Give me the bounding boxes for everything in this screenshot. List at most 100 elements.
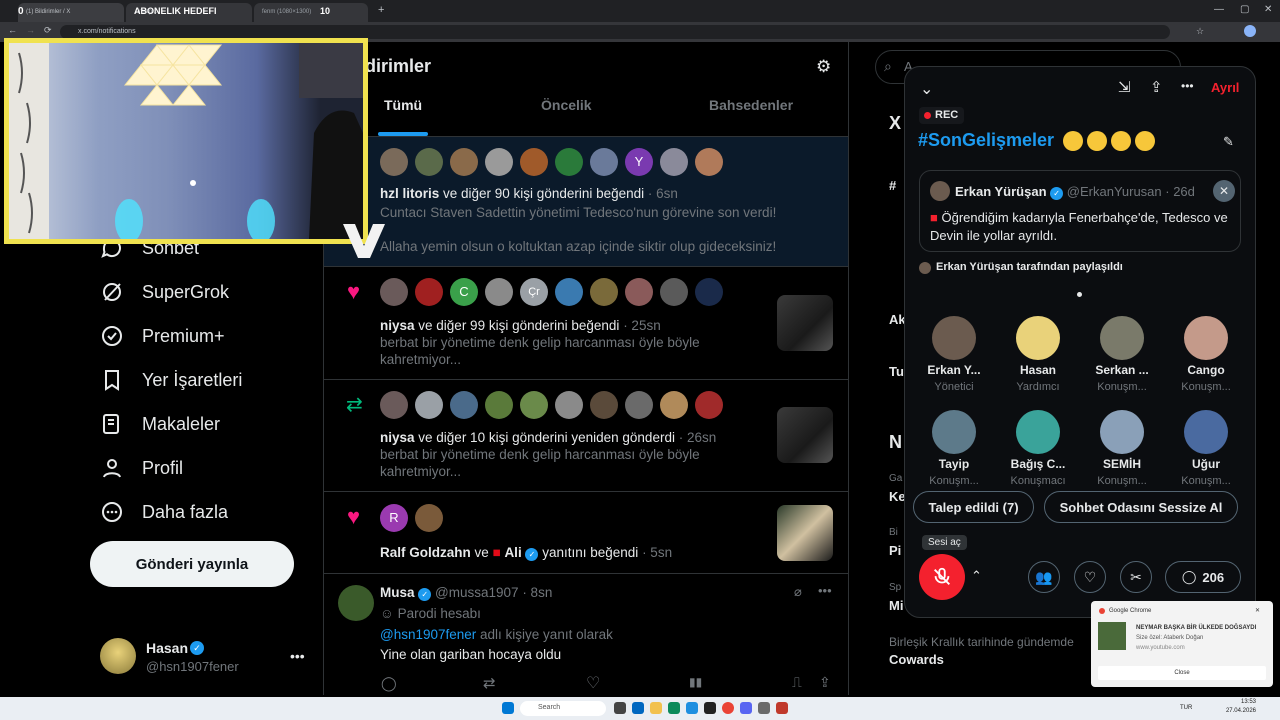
chrome-icon[interactable] — [722, 702, 734, 714]
avatar[interactable] — [450, 391, 478, 419]
like-icon[interactable]: ♡ — [586, 673, 600, 693]
avatar[interactable] — [485, 391, 513, 419]
start-icon[interactable] — [502, 702, 514, 714]
minimize-space-icon[interactable]: ⇲ — [1118, 78, 1131, 96]
taskbar-search[interactable]: Search — [520, 701, 606, 716]
store-icon[interactable] — [668, 702, 680, 714]
avatar[interactable] — [695, 148, 723, 176]
edge-icon[interactable] — [686, 702, 698, 714]
avatar[interactable] — [555, 391, 583, 419]
speaker-avatar[interactable] — [932, 316, 976, 360]
avatar[interactable] — [660, 391, 688, 419]
avatar[interactable] — [520, 148, 548, 176]
post-menu-icon[interactable]: ••• — [818, 583, 832, 598]
file-explorer-icon[interactable] — [650, 702, 662, 714]
nav-bookmarks[interactable]: Yer İşaretleri — [100, 368, 242, 392]
forward-icon[interactable]: → — [26, 25, 35, 35]
leave-button[interactable]: Ayrıl — [1211, 80, 1239, 95]
maximize-icon[interactable]: ▢ — [1240, 4, 1249, 15]
edit-icon[interactable]: ✎ — [1223, 134, 1234, 150]
avatar[interactable]: Çr — [520, 278, 548, 306]
task-view-icon[interactable] — [614, 702, 626, 714]
app-icon[interactable] — [776, 702, 788, 714]
views-icon[interactable]: ▮▮ — [689, 675, 702, 689]
avatar[interactable] — [415, 391, 443, 419]
app-icon[interactable] — [704, 702, 716, 714]
avatar[interactable] — [415, 504, 443, 532]
post-button[interactable]: Gönderi yayınla — [90, 541, 294, 587]
avatar[interactable] — [625, 391, 653, 419]
avatar[interactable] — [450, 148, 478, 176]
new-tab-icon[interactable]: + — [378, 4, 384, 16]
avatar[interactable] — [660, 148, 688, 176]
avatar[interactable] — [555, 148, 583, 176]
nav-profile[interactable]: Profil — [100, 456, 183, 480]
trend-title[interactable]: Cowards — [889, 652, 944, 667]
tab-priority[interactable]: Öncelik — [541, 97, 592, 113]
browser-tab[interactable]: (1) Bildirimler / X — [18, 3, 124, 22]
nav-supergrok[interactable]: SuperGrok — [100, 280, 229, 304]
space-menu-icon[interactable]: ••• — [1181, 79, 1194, 93]
reply-icon[interactable]: ◯ — [381, 675, 397, 692]
speaker-avatar[interactable] — [1184, 316, 1228, 360]
avatar[interactable] — [590, 148, 618, 176]
avatar[interactable] — [415, 278, 443, 306]
post-thumbnail[interactable] — [777, 295, 833, 351]
close-icon[interactable]: ✕ — [1255, 607, 1260, 614]
share-icon[interactable]: ⇪ — [1150, 78, 1163, 96]
avatar[interactable]: R — [380, 504, 408, 532]
profile-avatar[interactable] — [1244, 25, 1256, 37]
browser-tab[interactable]: fenm (1080×1300) — [254, 3, 368, 22]
collapse-chevron-icon[interactable]: ⌄ — [920, 79, 933, 99]
close-icon[interactable]: ✕ — [1213, 180, 1235, 202]
back-icon[interactable]: ← — [8, 25, 17, 35]
settings-gear-icon[interactable]: ⚙ — [816, 57, 831, 77]
account-avatar[interactable] — [100, 638, 136, 674]
grok-icon[interactable]: ⌀ — [794, 584, 802, 600]
avatar[interactable] — [695, 278, 723, 306]
nav-more[interactable]: Daha fazla — [100, 500, 228, 524]
avatar[interactable] — [660, 278, 688, 306]
avatar[interactable] — [338, 585, 374, 621]
people-icon[interactable]: 👥 — [1028, 561, 1060, 593]
avatar[interactable] — [590, 278, 618, 306]
avatar[interactable] — [415, 148, 443, 176]
chevron-up-icon[interactable]: ⌃ — [971, 568, 982, 584]
notification-item[interactable] — [324, 493, 848, 574]
avatar[interactable] — [380, 391, 408, 419]
react-heart-icon[interactable]: ♡ — [1074, 561, 1106, 593]
clip-scissors-icon[interactable]: ✂ — [1120, 561, 1152, 593]
speaker-avatar[interactable] — [1100, 410, 1144, 454]
avatar[interactable] — [625, 278, 653, 306]
speaker-avatar[interactable] — [1184, 410, 1228, 454]
nav-articles[interactable]: Makaleler — [100, 412, 220, 436]
speaker-avatar[interactable] — [1100, 316, 1144, 360]
toast-close-button[interactable]: Close — [1098, 666, 1266, 680]
tab-mentions[interactable]: Bahsedenler — [709, 97, 793, 113]
account-menu-icon[interactable]: ••• — [290, 648, 305, 664]
speaker-avatar[interactable] — [1016, 316, 1060, 360]
avatar[interactable] — [520, 391, 548, 419]
avatar[interactable] — [695, 391, 723, 419]
discord-icon[interactable] — [740, 702, 752, 714]
share-icon[interactable]: ⇪ — [819, 674, 831, 691]
speaker-avatar[interactable] — [1016, 410, 1060, 454]
avatar[interactable] — [380, 148, 408, 176]
mention-link[interactable]: @hsn1907fener — [380, 627, 476, 642]
request-button[interactable]: Talep edildi (7) — [913, 491, 1034, 523]
bookmark-star-icon[interactable]: ☆ — [1196, 26, 1204, 37]
nav-premium[interactable]: Premium+ — [100, 324, 225, 348]
post-thumbnail[interactable] — [777, 505, 833, 561]
app-icon[interactable] — [758, 702, 770, 714]
language-indicator[interactable]: TUR — [1180, 705, 1192, 711]
retweet-icon[interactable]: ⇄ — [483, 674, 496, 692]
clock-date[interactable]: 27.04.2026 — [1222, 708, 1256, 714]
avatar[interactable]: C — [450, 278, 478, 306]
avatar[interactable] — [485, 278, 513, 306]
close-window-icon[interactable]: ✕ — [1264, 4, 1272, 15]
avatar[interactable] — [555, 278, 583, 306]
avatar[interactable] — [485, 148, 513, 176]
avatar[interactable] — [590, 391, 618, 419]
reload-icon[interactable]: ⟳ — [44, 25, 52, 36]
avatar[interactable] — [380, 278, 408, 306]
